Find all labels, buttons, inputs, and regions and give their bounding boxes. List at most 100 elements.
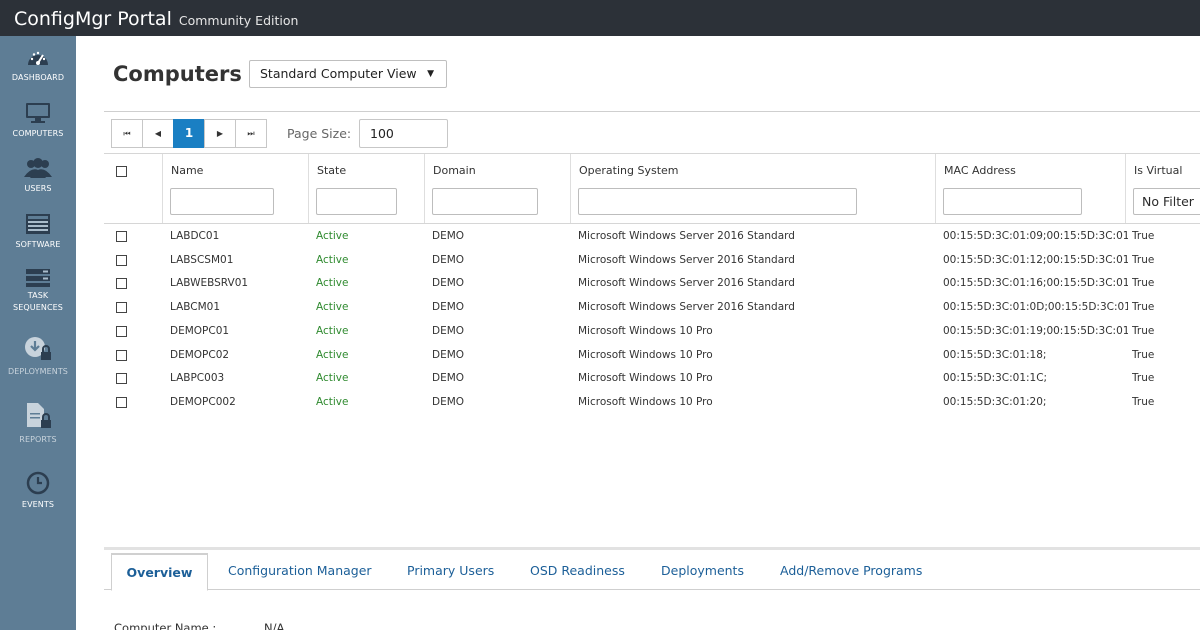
cell-mac: 00:15:5D:3C:01:19;00:15:5D:3C:01:1: [943, 324, 1128, 337]
sidebar-item-dashboard[interactable]: DASHBOARD: [0, 48, 76, 84]
sidebar-item-label: TASK SEQUENCES: [13, 291, 63, 312]
tab-primary-users[interactable]: Primary Users: [407, 563, 494, 578]
row-checkbox[interactable]: [116, 278, 127, 290]
cell-is-virtual: True: [1132, 372, 1155, 385]
cell-mac: 00:15:5D:3C:01:12;00:15:5D:3C:01:1: [943, 253, 1128, 266]
cell-os: Microsoft Windows Server 2016 Standard: [578, 230, 795, 242]
cell-mac: 00:15:5D:3C:01:20;: [943, 395, 1047, 408]
cell-name: DEMOPC02: [170, 348, 230, 361]
computer-name-value: N/A: [264, 621, 285, 630]
cell-state: Active: [316, 277, 349, 290]
row-checkbox[interactable]: [116, 325, 127, 337]
state-filter-input[interactable]: [316, 188, 397, 215]
cell-is-virtual: True: [1132, 253, 1155, 266]
cell-os: Microsoft Windows 10 Pro: [578, 324, 713, 337]
table-row[interactable]: LABSCSM01 Active DEMO Microsoft Windows …: [104, 249, 1200, 272]
sidebar-item-label: SOFTWARE: [15, 240, 61, 249]
divider: [104, 111, 1200, 112]
cell-state: Active: [316, 230, 349, 242]
column-header-name[interactable]: Name: [171, 164, 203, 177]
view-select-value: Standard Computer View: [260, 66, 417, 81]
app-brand[interactable]: ConfigMgr Portal: [14, 0, 172, 38]
sidebar-item-events[interactable]: EVENTS: [0, 471, 76, 511]
tab-overview[interactable]: Overview: [111, 553, 208, 591]
cell-is-virtual: True: [1132, 348, 1155, 361]
sidebar-item-software[interactable]: SOFTWARE: [0, 213, 76, 251]
sidebar-item-label: DASHBOARD: [11, 73, 65, 82]
sidebar-item-reports[interactable]: REPORTS: [0, 402, 76, 446]
cell-is-virtual: True: [1132, 301, 1155, 314]
grid-header: Name State Domain Operating System MAC A…: [104, 153, 1200, 224]
cell-mac: 00:15:5D:3C:01:18;: [943, 348, 1047, 361]
page-size-input[interactable]: 100: [359, 119, 448, 148]
cell-name: LABWEBSRV01: [170, 277, 249, 290]
sidebar-item-deployments[interactable]: DEPLOYMENTS: [0, 336, 76, 378]
row-checkbox[interactable]: [116, 396, 127, 408]
column-domain[interactable]: Domain: [424, 154, 570, 223]
sidebar-item-computers[interactable]: COMPUTERS: [0, 102, 76, 140]
tab-deployments[interactable]: Deployments: [661, 563, 744, 578]
tab-osd-readiness[interactable]: OSD Readiness: [530, 563, 625, 578]
table-row[interactable]: DEMOPC02 Active DEMO Microsoft Windows 1…: [104, 344, 1200, 367]
cell-domain: DEMO: [432, 324, 465, 337]
first-page-button[interactable]: ⏮: [111, 119, 143, 148]
tab-configuration-manager[interactable]: Configuration Manager: [228, 563, 372, 578]
deployment-lock-icon: [25, 337, 51, 360]
sidebar-item-task-sequences[interactable]: TASK SEQUENCES: [0, 268, 76, 314]
cell-is-virtual: True: [1132, 230, 1155, 242]
virtual-filter-select[interactable]: No Filter: [1133, 188, 1200, 215]
sidebar-item-label: REPORTS: [19, 435, 57, 444]
mac-filter-input[interactable]: [943, 188, 1082, 215]
tab-add-remove-programs[interactable]: Add/Remove Programs: [780, 563, 922, 578]
cell-domain: DEMO: [432, 348, 465, 361]
column-name[interactable]: Name: [162, 154, 308, 223]
row-checkbox[interactable]: [116, 302, 127, 314]
software-list-icon: [26, 214, 50, 234]
last-page-button[interactable]: ⏭: [235, 119, 267, 148]
cell-name: LABCM01: [170, 301, 221, 314]
cell-name: LABSCSM01: [170, 253, 234, 266]
table-row[interactable]: LABDC01 Active DEMO Microsoft Windows Se…: [104, 225, 1200, 248]
column-mac[interactable]: MAC Address: [935, 154, 1125, 223]
users-icon: [24, 158, 52, 178]
column-header-is-virtual[interactable]: Is Virtual: [1134, 164, 1182, 177]
cell-state: Active: [316, 324, 349, 337]
column-header-mac[interactable]: MAC Address: [944, 164, 1016, 177]
select-all-checkbox[interactable]: [116, 166, 127, 177]
row-checkbox[interactable]: [116, 254, 127, 266]
panel-divider: [104, 547, 1200, 550]
sidebar-item-label: DEPLOYMENTS: [8, 367, 68, 376]
os-filter-input[interactable]: [578, 188, 857, 215]
task-sequence-icon: [26, 269, 50, 287]
view-select[interactable]: Standard Computer View ▼: [249, 60, 447, 88]
sidebar: DASHBOARD COMPUTERS USERS SOFTWARE TASK …: [0, 36, 76, 630]
cell-state: Active: [316, 348, 349, 361]
row-checkbox[interactable]: [116, 373, 127, 385]
column-header-state[interactable]: State: [317, 164, 346, 177]
row-checkbox[interactable]: [116, 231, 127, 242]
next-page-button[interactable]: ▶: [204, 119, 236, 148]
row-checkbox[interactable]: [116, 349, 127, 361]
cell-mac: 00:15:5D:3C:01:09;00:15:5D:3C:01:0: [943, 230, 1128, 242]
prev-page-button[interactable]: ◀: [142, 119, 174, 148]
top-bar: ConfigMgr Portal Community Edition: [0, 0, 1200, 36]
column-os[interactable]: Operating System: [570, 154, 935, 223]
table-row[interactable]: LABCM01 Active DEMO Microsoft Windows Se…: [104, 296, 1200, 319]
page-1-button[interactable]: 1: [173, 119, 205, 148]
page-size-label: Page Size:: [287, 126, 352, 141]
cell-os: Microsoft Windows Server 2016 Standard: [578, 301, 795, 314]
clock-icon: [26, 471, 50, 495]
sidebar-item-users[interactable]: USERS: [0, 157, 76, 195]
table-row[interactable]: LABWEBSRV01 Active DEMO Microsoft Window…: [104, 272, 1200, 295]
cell-name: LABDC01: [170, 230, 220, 242]
cell-state: Active: [316, 395, 349, 408]
name-filter-input[interactable]: [170, 188, 274, 215]
table-row[interactable]: LABPC003 Active DEMO Microsoft Windows 1…: [104, 367, 1200, 390]
table-row[interactable]: DEMOPC002 Active DEMO Microsoft Windows …: [104, 391, 1200, 414]
column-is-virtual[interactable]: Is Virtual No Filter: [1125, 154, 1200, 223]
table-row[interactable]: DEMOPC01 Active DEMO Microsoft Windows 1…: [104, 320, 1200, 343]
column-state[interactable]: State: [308, 154, 424, 223]
column-header-os[interactable]: Operating System: [579, 164, 679, 177]
column-header-domain[interactable]: Domain: [433, 164, 476, 177]
domain-filter-input[interactable]: [432, 188, 538, 215]
